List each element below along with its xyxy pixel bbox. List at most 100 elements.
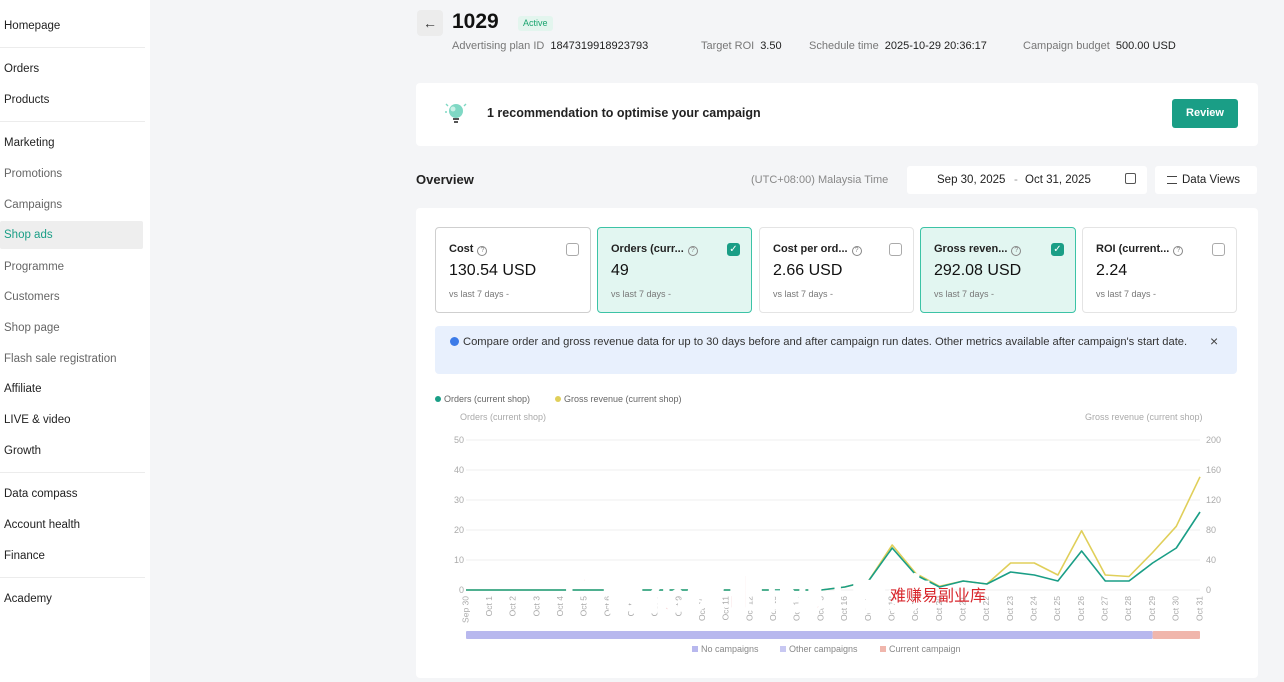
x-tick-label: Oct 3 — [531, 596, 541, 617]
help-icon[interactable]: ? — [687, 246, 698, 256]
info-text: Compare order and gross revenue data for… — [463, 336, 1188, 348]
metric-card-3[interactable]: Gross reven...? 292.08 USD vs last 7 days … — [920, 227, 1076, 313]
sidebar-item-data-compass[interactable]: Data compass — [4, 484, 144, 504]
metric-card-4[interactable]: ROI (current...? 2.24 vs last 7 days - — [1082, 227, 1237, 313]
sidebar-item-shop-ads[interactable]: Shop ads — [0, 221, 143, 249]
help-icon[interactable]: ? — [1173, 246, 1184, 256]
sidebar-divider — [0, 577, 145, 578]
review-button[interactable]: Review — [1172, 99, 1238, 128]
schedule-meta: Schedule time 2025-10-29 20:36:17 — [809, 40, 987, 52]
recommendation-text: 1 recommendation to optimise your campai… — [487, 106, 761, 120]
legend-orders-label: Orders (current shop) — [444, 394, 531, 404]
sidebar-item-customers[interactable]: Customers — [4, 287, 144, 307]
legend-revenue-label: Gross revenue (current shop) — [564, 394, 682, 404]
sidebar-item-live-video[interactable]: LIVE & video — [4, 410, 144, 430]
sidebar-item-programme[interactable]: Programme — [4, 257, 144, 277]
x-tick-label: Oct 27 — [1100, 596, 1110, 621]
overview-title: Overview — [416, 172, 474, 187]
legend-dot-revenue — [555, 396, 561, 402]
timeline-legend-label: Current campaign — [889, 644, 961, 654]
legend-dot-orders — [435, 396, 441, 402]
sidebar-item-affiliate[interactable]: Affiliate — [4, 379, 144, 399]
data-views-label: Data Views — [1182, 174, 1240, 186]
info-banner: Compare order and gross revenue data for… — [435, 326, 1237, 374]
metric-comparison: vs last 7 days - — [449, 289, 510, 299]
sidebar-divider — [0, 121, 145, 122]
arrow-left-icon: ← — [423, 15, 437, 31]
metric-label: Gross reven...? — [934, 243, 1022, 256]
x-tick-label: Oct 24 — [1029, 596, 1039, 621]
metric-value: 2.66 USD — [773, 262, 843, 279]
date-end: Oct 31, 2025 — [1025, 174, 1091, 186]
y-right-tick-label: 40 — [1206, 555, 1216, 565]
timezone-label: (UTC+08:00) Malaysia Time — [751, 174, 889, 186]
orders-revenue-chart: 0 10 20 30 40 50 0 40 80 120 160 200 Sep 30 Oct 1 Oct … — [454, 435, 1221, 654]
sidebar: Homepage Orders Products Marketing Promotion… — [0, 0, 150, 682]
page-title: 1029 — [452, 10, 499, 33]
help-icon[interactable]: ? — [851, 246, 862, 256]
metric-comparison: vs last 7 days - — [1096, 289, 1157, 299]
data-views-button[interactable]: Data Views — [1155, 166, 1257, 194]
sidebar-item-orders[interactable]: Orders — [4, 59, 144, 79]
date-range-picker[interactable]: Sep 30, 2025 - Oct 31, 2025 — [907, 166, 1147, 194]
plan-id-meta: Advertising plan ID 1847319918923793 — [452, 40, 649, 52]
sidebar-divider — [0, 47, 145, 48]
video-caption: 广告花费出的订单数 — [561, 571, 931, 619]
metric-checkbox[interactable]: ✓ — [727, 243, 740, 256]
info-icon — [450, 337, 459, 346]
help-icon[interactable]: ? — [477, 246, 488, 256]
metric-checkbox[interactable] — [566, 243, 579, 256]
help-icon[interactable]: ? — [1011, 246, 1022, 256]
metric-comparison: vs last 7 days - — [611, 289, 672, 299]
legend-revenue[interactable]: Gross revenue (current shop) — [555, 394, 682, 404]
metric-comparison: vs last 7 days - — [934, 289, 995, 299]
y-left-tick-label: 20 — [454, 525, 464, 535]
metric-card-2[interactable]: Cost per ord...? 2.66 USD vs last 7 days - — [759, 227, 914, 313]
sidebar-item-promotions[interactable]: Promotions — [4, 164, 144, 184]
y-right-tick-label: 0 — [1206, 585, 1211, 595]
timeline-legend-swatch — [880, 646, 886, 652]
sidebar-divider — [0, 472, 145, 473]
sidebar-item-homepage[interactable]: Homepage — [4, 16, 144, 36]
metric-card-1[interactable]: Orders (curr...? 49 vs last 7 days - ✓ — [597, 227, 752, 313]
timeline-legend-label: Other campaigns — [789, 644, 858, 654]
y-right-tick-label: 160 — [1206, 465, 1221, 475]
sidebar-item-campaigns[interactable]: Campaigns — [4, 195, 144, 215]
x-tick-label: Oct 26 — [1076, 596, 1086, 621]
back-button[interactable]: ← — [417, 10, 443, 36]
metric-checkbox[interactable] — [1212, 243, 1225, 256]
metric-comparison: vs last 7 days - — [773, 289, 834, 299]
sliders-icon — [1167, 176, 1177, 184]
y-left-tick-label: 40 — [454, 465, 464, 475]
y-axis-left-title: Orders (current shop) — [460, 412, 547, 422]
sidebar-item-flash-sale-registration[interactable]: Flash sale registration — [4, 349, 144, 369]
sidebar-item-finance[interactable]: Finance — [4, 546, 144, 566]
y-right-tick-label: 80 — [1206, 525, 1216, 535]
legend-orders[interactable]: Orders (current shop) — [435, 394, 530, 404]
sidebar-item-account-health[interactable]: Account health — [4, 515, 144, 535]
y-right-tick-label: 200 — [1206, 435, 1221, 445]
y-left-tick-label: 0 — [459, 585, 464, 595]
x-tick-label: Oct 2 — [508, 596, 518, 617]
sidebar-item-academy[interactable]: Academy — [4, 589, 144, 609]
metric-value: 2.24 — [1096, 262, 1128, 279]
date-separator: - — [1014, 174, 1018, 186]
sidebar-item-growth[interactable]: Growth — [4, 441, 144, 461]
x-tick-label: Oct 28 — [1123, 596, 1133, 621]
metric-checkbox[interactable]: ✓ — [1051, 243, 1064, 256]
metric-label: Cost per ord...? — [773, 243, 862, 256]
timeline-current-campaign — [1152, 631, 1200, 639]
date-start: Sep 30, 2025 — [937, 174, 1006, 186]
sidebar-item-products[interactable]: Products — [4, 90, 144, 110]
target-roi-meta: Target ROI 3.50 — [701, 40, 782, 52]
metric-card-0[interactable]: Cost? 130.54 USD vs last 7 days - — [435, 227, 591, 313]
close-icon[interactable]: × — [1210, 333, 1218, 349]
watermark-text: 难赚易副业库 — [890, 586, 987, 605]
sidebar-item-shop-page[interactable]: Shop page — [4, 318, 144, 338]
lightbulb-icon — [445, 103, 467, 123]
sidebar-item-marketing[interactable]: Marketing — [4, 133, 144, 153]
metric-checkbox[interactable] — [889, 243, 902, 256]
x-tick-label: Sep 30 — [460, 596, 470, 623]
metric-value: 49 — [611, 262, 629, 279]
y-left-tick-label: 50 — [454, 435, 464, 445]
